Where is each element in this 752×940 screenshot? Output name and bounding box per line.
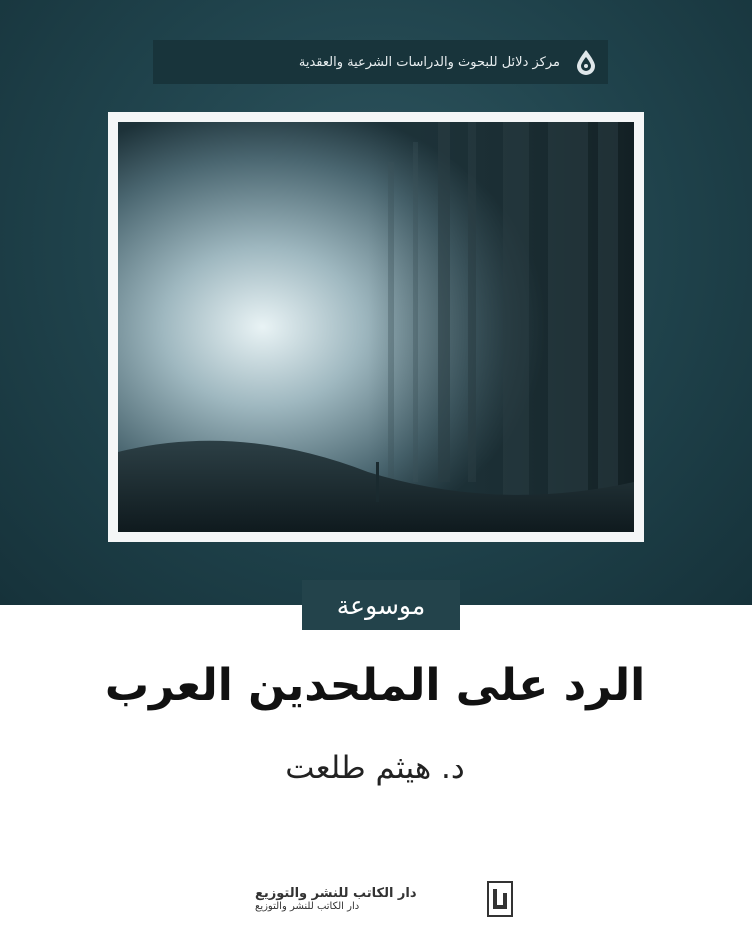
publisher-name: دار الكاتب للنشر والتوزيع (255, 886, 417, 901)
publisher-logo-icon (487, 881, 513, 917)
photo-frame (108, 112, 644, 542)
author-name: د. هيثم طلعت (285, 750, 465, 786)
book-cover: مركز دلائل للبحوث والدراسات الشرعية والع… (0, 0, 752, 940)
publisher-subtitle: دار الكاتب للنشر والتوزيع (255, 901, 360, 912)
series-label: موسوعة (302, 580, 460, 630)
banner-text: مركز دلائل للبحوث والدراسات الشرعية والع… (298, 54, 560, 70)
book-title: الرد على الملحدين العرب (104, 660, 646, 711)
publisher-text: دار الكاتب للنشر والتوزيع دار الكاتب للن… (255, 886, 417, 912)
cover-top-panel: مركز دلائل للبحوث والدراسات الشرعية والع… (0, 0, 752, 605)
drop-emblem-icon (577, 50, 595, 75)
publisher-imprint: دار الكاتب للنشر والتوزيع دار الكاتب للن… (255, 878, 513, 920)
publisher-banner: مركز دلائل للبحوث والدراسات الشرعية والع… (153, 40, 608, 84)
misty-forest-photo (118, 122, 634, 532)
